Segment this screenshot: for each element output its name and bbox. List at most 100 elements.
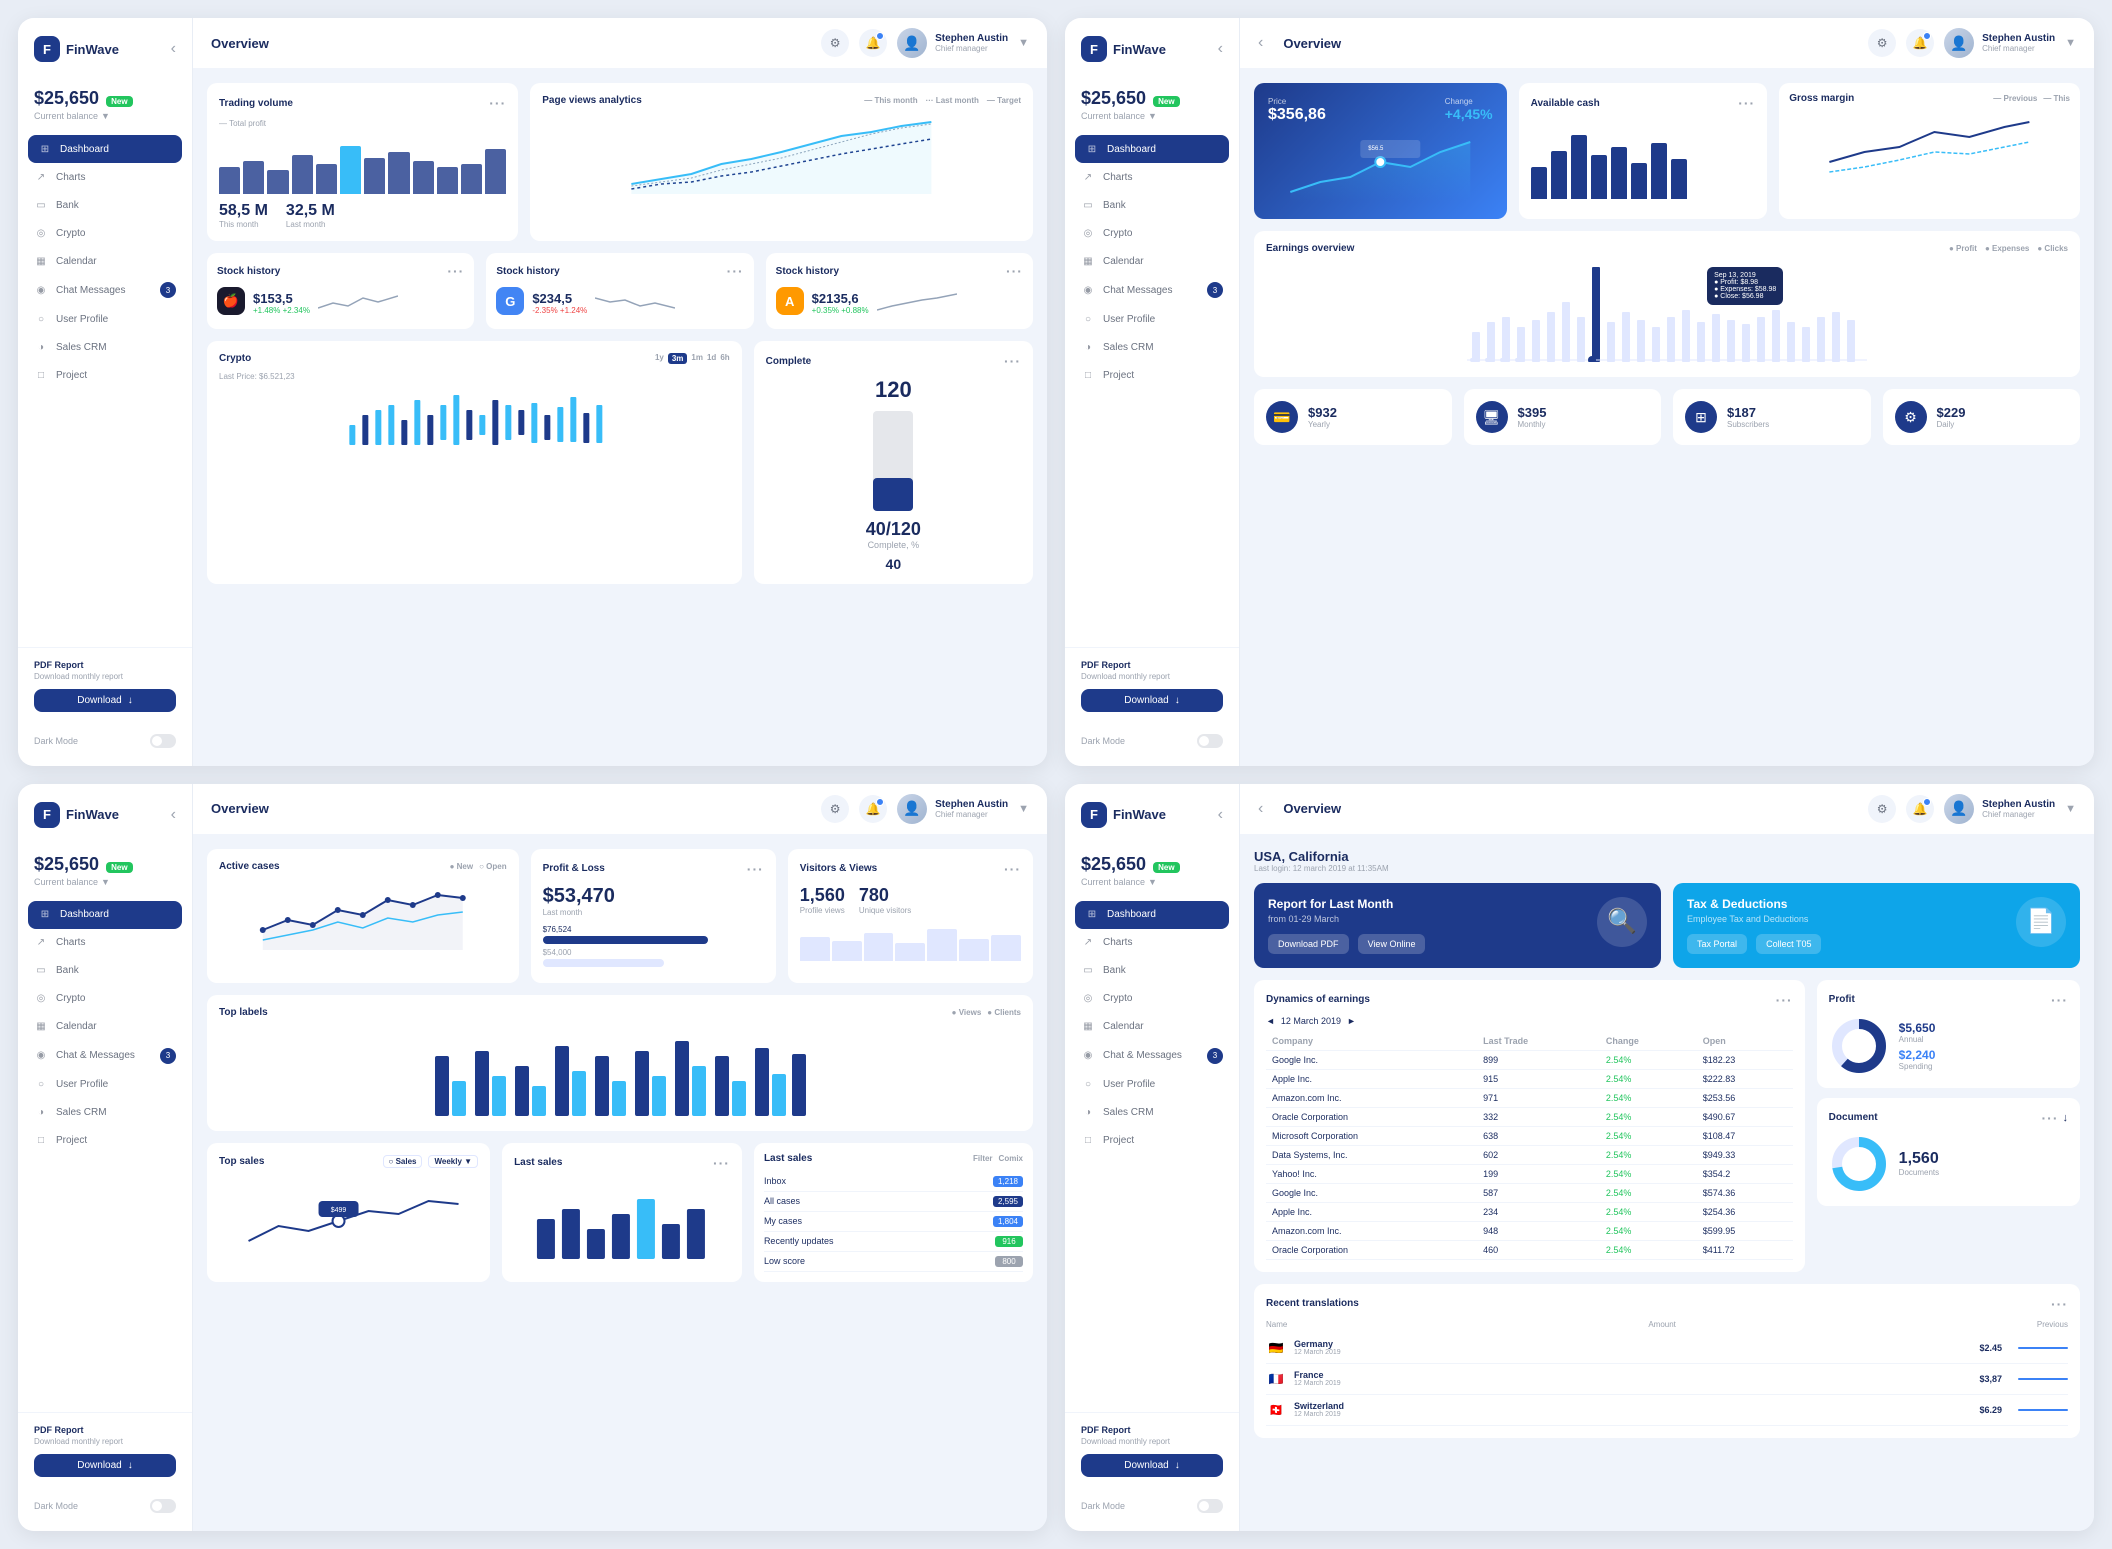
dark-mode-toggle-4[interactable] [1197,1499,1223,1513]
sidebar-toggle-4[interactable]: ‹ [1218,806,1223,824]
sidebar2-item-sales[interactable]: ◑ Sales CRM [1065,333,1239,361]
sidebar3-item-project[interactable]: □ Project [18,1127,192,1155]
main-content-3: Overview ⚙ 🔔 👤 Stephen Austin Chief mana… [193,784,1047,1532]
user-menu-4[interactable]: ▼ [2065,803,2076,815]
inbox-row-1: Inbox 1,218 [764,1172,1023,1192]
crypto-complete-row: Crypto 1y 3m 1m 1d 6h Last Price: $6.521… [207,341,1033,584]
sidebar-1: F FinWave ‹ $25,650 New Current balance … [18,18,193,766]
panel-top-right: F FinWave ‹ $25,650 New Current balance … [1065,18,2094,766]
sidebar4-item-project[interactable]: □ Project [1065,1127,1239,1155]
sidebar-item-calendar[interactable]: ▦ Calendar [18,247,192,275]
location-title: USA, California [1254,849,2080,864]
sidebar3-item-bank[interactable]: ▭ Bank [18,957,192,985]
sidebar-item-chat[interactable]: ◉ Chat Messages 3 [18,275,192,305]
translation-row-1: 🇩🇪 Germany 12 March 2019 $2.45 [1266,1333,2068,1364]
last-sales-bars-card: Last sales ··· [502,1143,742,1282]
notification-button[interactable]: 🔔 [859,29,887,57]
table-row: Oracle Corporation 332 2.54% $490.67 [1266,1107,1793,1126]
sidebar-toggle[interactable]: ‹ [171,40,176,58]
tax-portal-btn[interactable]: Tax Portal [1687,934,1747,954]
trading-volume-card: Trading volume ··· — Total profit [207,83,518,241]
dark-mode-row: Dark Mode [18,724,192,748]
user-menu-2[interactable]: ▼ [2065,37,2076,49]
user-menu-toggle[interactable]: ▼ [1018,37,1029,49]
notif-btn-2[interactable]: 🔔 [1906,29,1934,57]
location-header: USA, California Last login: 12 march 201… [1254,849,2080,873]
dark-mode-toggle-3[interactable] [150,1499,176,1513]
download-button-3[interactable]: Download ↓ [34,1454,176,1477]
translation-row-3: 🇨🇭 Switzerland 12 March 2019 $6.29 [1266,1395,2068,1426]
sidebar2-item-charts[interactable]: ↗ Charts [1065,163,1239,191]
back-btn-4[interactable]: ‹ [1258,800,1263,818]
sidebar4-item-crypto[interactable]: ◎ Crypto [1065,985,1239,1013]
sidebar2-item-calendar[interactable]: ▦ Calendar [1065,247,1239,275]
page-views-chart [542,114,1021,194]
stock-history-row: Stock history··· 🍎 $153,5 +1.48% +2.34% [207,253,1033,329]
sidebar4-item-calendar[interactable]: ▦ Calendar [1065,1013,1239,1041]
sidebar3-item-dashboard[interactable]: ⊞ Dashboard [28,901,182,929]
sidebar-item-charts[interactable]: ↗ Charts [18,163,192,191]
timeframe-selector[interactable]: Weekly ▼ [428,1155,478,1168]
sidebar-item-profile[interactable]: ○ User Profile [18,305,192,333]
download-button-4[interactable]: Download ↓ [1081,1454,1223,1477]
collect-t05-btn[interactable]: Collect T05 [1756,934,1821,954]
dark-mode-toggle-2[interactable] [1197,734,1223,748]
download-button[interactable]: Download ↓ [34,689,176,712]
settings-btn-3[interactable]: ⚙ [821,795,849,823]
sidebar4-item-profile[interactable]: ○ User Profile [1065,1071,1239,1099]
google-sparkline [595,288,675,318]
sidebar-item-crypto[interactable]: ◎ Crypto [18,219,192,247]
back-btn-2[interactable]: ‹ [1258,34,1263,52]
download-pdf-btn[interactable]: Download PDF [1268,934,1349,954]
sidebar-2: F FinWave ‹ $25,650 New Current balance … [1065,18,1240,766]
settings-button[interactable]: ⚙ [821,29,849,57]
last-sales-chart [514,1179,730,1259]
sidebar-toggle-2[interactable]: ‹ [1218,40,1223,58]
sidebar2-item-profile[interactable]: ○ User Profile [1065,305,1239,333]
sidebar-item-dashboard[interactable]: ⊞ Dashboard [28,135,182,163]
sidebar2-item-crypto[interactable]: ◎ Crypto [1065,219,1239,247]
sidebar3-item-charts[interactable]: ↗ Charts [18,929,192,957]
dark-mode-toggle[interactable] [150,734,176,748]
sidebar3-item-calendar[interactable]: ▦ Calendar [18,1013,192,1041]
sidebar3-item-sales[interactable]: ◑ Sales CRM [18,1099,192,1127]
sidebar-item-sales[interactable]: ◑ Sales CRM [18,333,192,361]
sidebar2-item-dashboard[interactable]: ⊞ Dashboard [1075,135,1229,163]
user-menu-3[interactable]: ▼ [1018,803,1029,815]
page-views-card: Page views analytics — This month ··· La… [530,83,1033,241]
view-online-btn[interactable]: View Online [1358,934,1426,954]
complete-label: 40/120 [766,519,1021,540]
crypto-chart [219,385,730,475]
stock-change-chart: $56.5 [1268,132,1493,202]
sidebar3-item-profile[interactable]: ○ User Profile [18,1071,192,1099]
germany-flag: 🇩🇪 [1266,1338,1286,1358]
weekly-selector[interactable]: ○ Sales [383,1155,423,1168]
sidebar4-item-chat[interactable]: ◉ Chat & Messages 3 [1065,1041,1239,1071]
sidebar-item-project[interactable]: □ Project [18,361,192,389]
sidebar4-item-charts[interactable]: ↗ Charts [1065,929,1239,957]
sidebar2-item-bank[interactable]: ▭ Bank [1065,191,1239,219]
inbox-row-2: All cases 2,595 [764,1192,1023,1212]
notif-btn-4[interactable]: 🔔 [1906,795,1934,823]
profit-card: Profit ··· $5,650 [1817,980,2080,1088]
sidebar2-item-chat[interactable]: ◉ Chat Messages 3 [1065,275,1239,305]
sidebar2-item-project[interactable]: □ Project [1065,361,1239,389]
sidebar3-item-chat[interactable]: ◉ Chat & Messages 3 [18,1041,192,1071]
notif-btn-3[interactable]: 🔔 [859,795,887,823]
document-card: Document ··· ↓ [1817,1098,2080,1206]
settings-btn-2[interactable]: ⚙ [1868,29,1896,57]
sidebar-toggle-3[interactable]: ‹ [171,806,176,824]
sales-icon: ◑ [34,340,48,354]
settings-btn-4[interactable]: ⚙ [1868,795,1896,823]
download-icon[interactable]: ↓ [2063,1112,2069,1124]
sidebar4-item-sales[interactable]: ◑ Sales CRM [1065,1099,1239,1127]
download-button-2[interactable]: Download ↓ [1081,689,1223,712]
sidebar4-item-bank[interactable]: ▭ Bank [1065,957,1239,985]
complete-card: Complete ··· 120 40/120 Complete, % 40 [754,341,1033,584]
sidebar4-item-dashboard[interactable]: ⊞ Dashboard [1075,901,1229,929]
table-row: Apple Inc. 915 2.54% $222.83 [1266,1069,1793,1088]
sidebar-item-bank[interactable]: ▭ Bank [18,191,192,219]
earnings-overview-card: Earnings overview ● Profit ● Expenses ● … [1254,231,2080,377]
sidebar3-item-crypto[interactable]: ◎ Crypto [18,985,192,1013]
inbox-row-4: Recently updates 916 [764,1232,1023,1252]
